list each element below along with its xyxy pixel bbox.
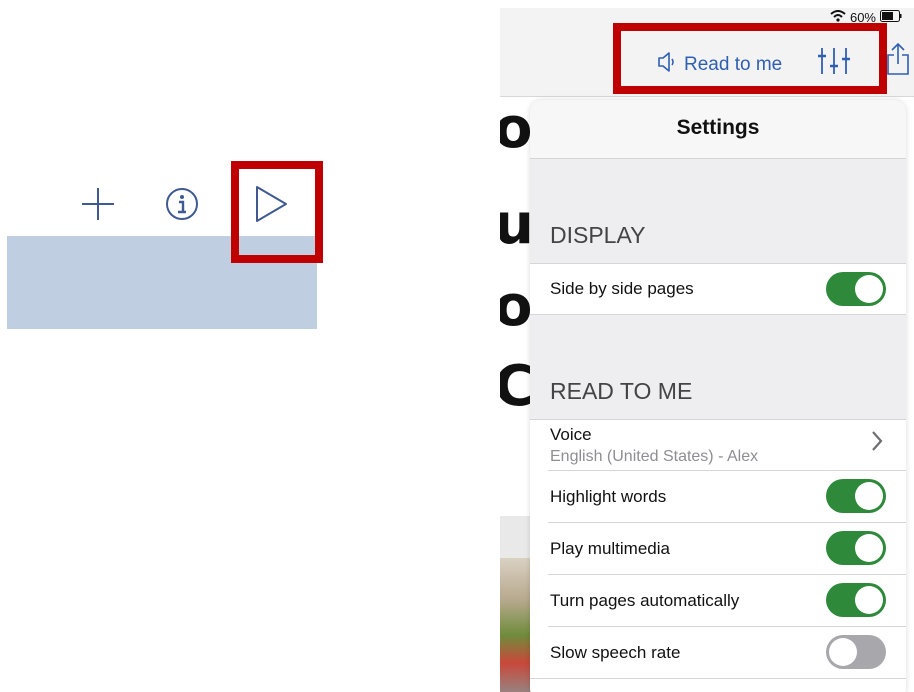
- turn-pages-row: Turn pages automatically: [530, 575, 906, 626]
- chevron-right-icon: [870, 428, 884, 460]
- popover-title: Settings: [676, 116, 760, 139]
- popover-header: Settings: [530, 100, 906, 159]
- settings-popover: Settings DISPLAY Side by side pages READ…: [530, 100, 906, 692]
- toggle-knob: [829, 638, 857, 666]
- sliders-icon[interactable]: [817, 46, 851, 81]
- play-multimedia-row: Play multimedia: [530, 523, 906, 574]
- book-letter: o: [500, 274, 533, 339]
- wifi-icon: [830, 10, 846, 25]
- book-letter: o: [500, 96, 533, 161]
- read-to-me-label: Read to me: [684, 54, 783, 75]
- voice-row[interactable]: Voice English (United States) - Alex: [530, 420, 906, 470]
- read-to-me-button[interactable]: Read to me: [656, 50, 782, 80]
- share-icon[interactable]: [885, 42, 911, 81]
- side-by-side-toggle[interactable]: [826, 272, 886, 306]
- book-photo: [500, 558, 532, 692]
- slow-speech-label: Slow speech rate: [550, 643, 681, 662]
- voice-value: English (United States) - Alex: [550, 448, 759, 465]
- toggle-knob: [855, 586, 883, 614]
- nav-bar: Read to me: [500, 28, 914, 97]
- play-icon[interactable]: [254, 184, 290, 229]
- battery-percent: 60%: [849, 10, 876, 25]
- voice-label: Voice: [550, 425, 592, 444]
- slow-speech-toggle[interactable]: [826, 635, 886, 669]
- book-photo-top: [500, 516, 532, 558]
- info-icon[interactable]: [164, 186, 200, 227]
- read-to-me-group: Voice English (United States) - Alex Hig…: [530, 419, 906, 692]
- highlight-words-label: Highlight words: [550, 487, 667, 506]
- speaker-icon: [656, 50, 678, 80]
- play-multimedia-label: Play multimedia: [550, 539, 670, 558]
- read-to-me-section-header: READ TO ME: [550, 378, 693, 404]
- side-by-side-label: Side by side pages: [550, 279, 694, 298]
- book-letter: u: [500, 192, 534, 257]
- highlight-words-row: Highlight words: [530, 471, 906, 522]
- battery-icon: [880, 10, 902, 25]
- content-bar: [7, 236, 317, 329]
- toggle-knob: [855, 275, 883, 303]
- toggle-knob: [855, 482, 883, 510]
- row-divider: [530, 678, 906, 679]
- ipad-screen: 60% Read to me o u o C Settings DISPLAY …: [500, 8, 914, 692]
- display-section-header: DISPLAY: [550, 222, 646, 248]
- left-panel: [0, 0, 330, 692]
- slow-speech-row: Slow speech rate: [530, 627, 906, 678]
- turn-pages-label: Turn pages automatically: [550, 591, 740, 610]
- toggle-knob: [855, 534, 883, 562]
- highlight-words-toggle[interactable]: [826, 479, 886, 513]
- play-multimedia-toggle[interactable]: [826, 531, 886, 565]
- side-by-side-row: Side by side pages: [530, 263, 906, 315]
- turn-pages-toggle[interactable]: [826, 583, 886, 617]
- status-bar: 60%: [500, 8, 914, 28]
- plus-icon[interactable]: [80, 186, 116, 227]
